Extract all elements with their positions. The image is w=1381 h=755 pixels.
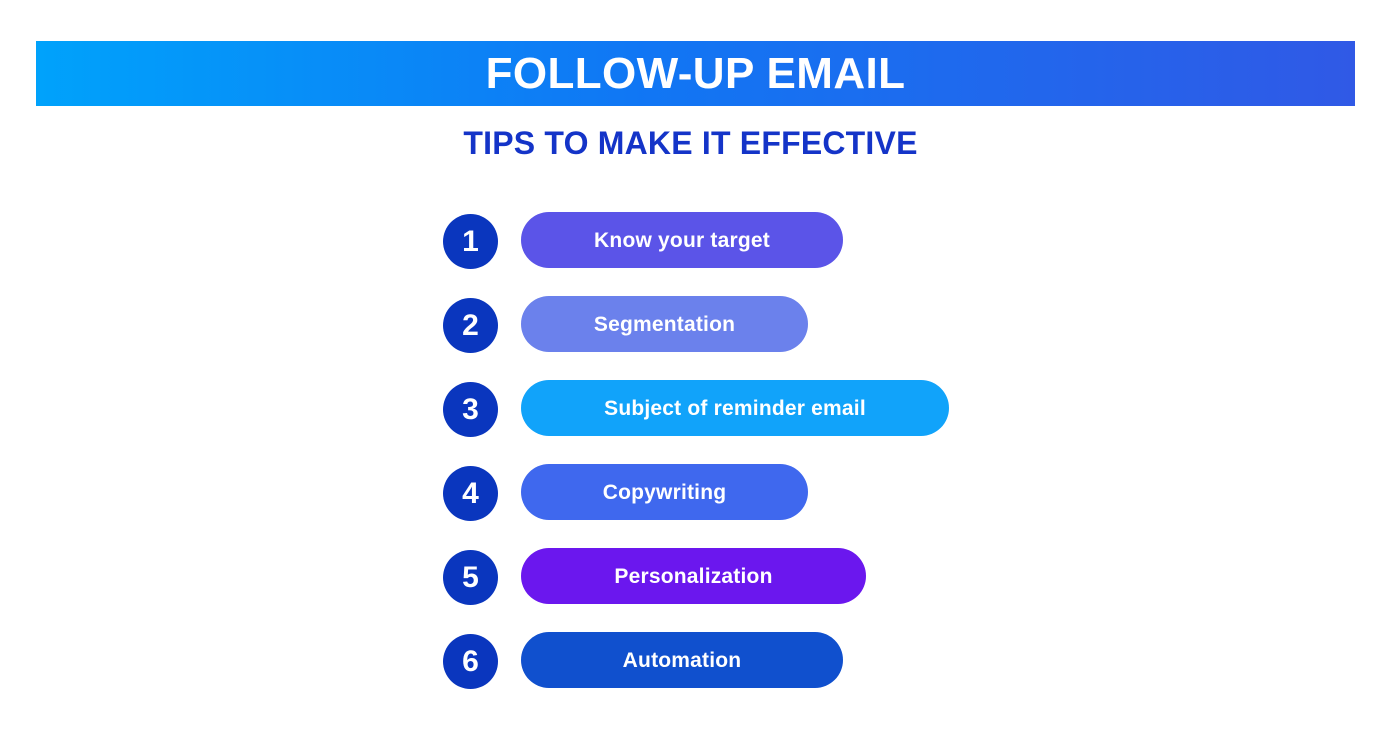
tip-row: 3 Subject of reminder email (0, 374, 1381, 458)
tip-number-label: 2 (462, 308, 479, 342)
tip-row: 5 Personalization (0, 542, 1381, 626)
page-subtitle: TIPS TO MAKE IT EFFECTIVE (463, 125, 918, 161)
tips-list: 1 Know your target 2 Segmentation 3 Subject o… (0, 206, 1381, 710)
tip-pill-label: Copywriting (602, 480, 727, 504)
tip-number-badge: 5 (443, 550, 498, 605)
tip-pill[interactable]: Know your target (521, 212, 843, 268)
tip-row: 4 Copywriting (0, 458, 1381, 542)
header-banner: FOLLOW-UP EMAIL (36, 41, 1355, 106)
tip-number-badge: 1 (443, 214, 498, 269)
tip-pill-label: Know your target (594, 228, 770, 252)
tip-pill-label: Personalization (614, 564, 773, 588)
tip-pill[interactable]: Personalization (521, 548, 866, 604)
tip-pill[interactable]: Automation (521, 632, 843, 688)
tip-number-badge: 3 (443, 382, 498, 437)
page-title: FOLLOW-UP EMAIL (485, 48, 906, 98)
tip-number-badge: 2 (443, 298, 498, 353)
tip-pill[interactable]: Subject of reminder email (521, 380, 949, 436)
tip-pill-label: Automation (622, 648, 742, 672)
tip-row: 2 Segmentation (0, 290, 1381, 374)
tip-row: 6 Automation (0, 626, 1381, 710)
tip-number-label: 6 (462, 644, 479, 678)
tip-pill[interactable]: Segmentation (521, 296, 808, 352)
tip-pill-label: Subject of reminder email (604, 396, 866, 420)
tip-number-label: 1 (462, 224, 479, 258)
tip-number-label: 5 (462, 560, 479, 594)
tip-row: 1 Know your target (0, 206, 1381, 290)
tip-number-badge: 4 (443, 466, 498, 521)
tip-number-label: 4 (462, 476, 479, 510)
tip-pill-label: Segmentation (593, 312, 736, 336)
tip-number-badge: 6 (443, 634, 498, 689)
tip-pill[interactable]: Copywriting (521, 464, 808, 520)
infographic-canvas: FOLLOW-UP EMAIL TIPS TO MAKE IT EFFECTIV… (0, 0, 1381, 755)
tip-number-label: 3 (462, 392, 479, 426)
